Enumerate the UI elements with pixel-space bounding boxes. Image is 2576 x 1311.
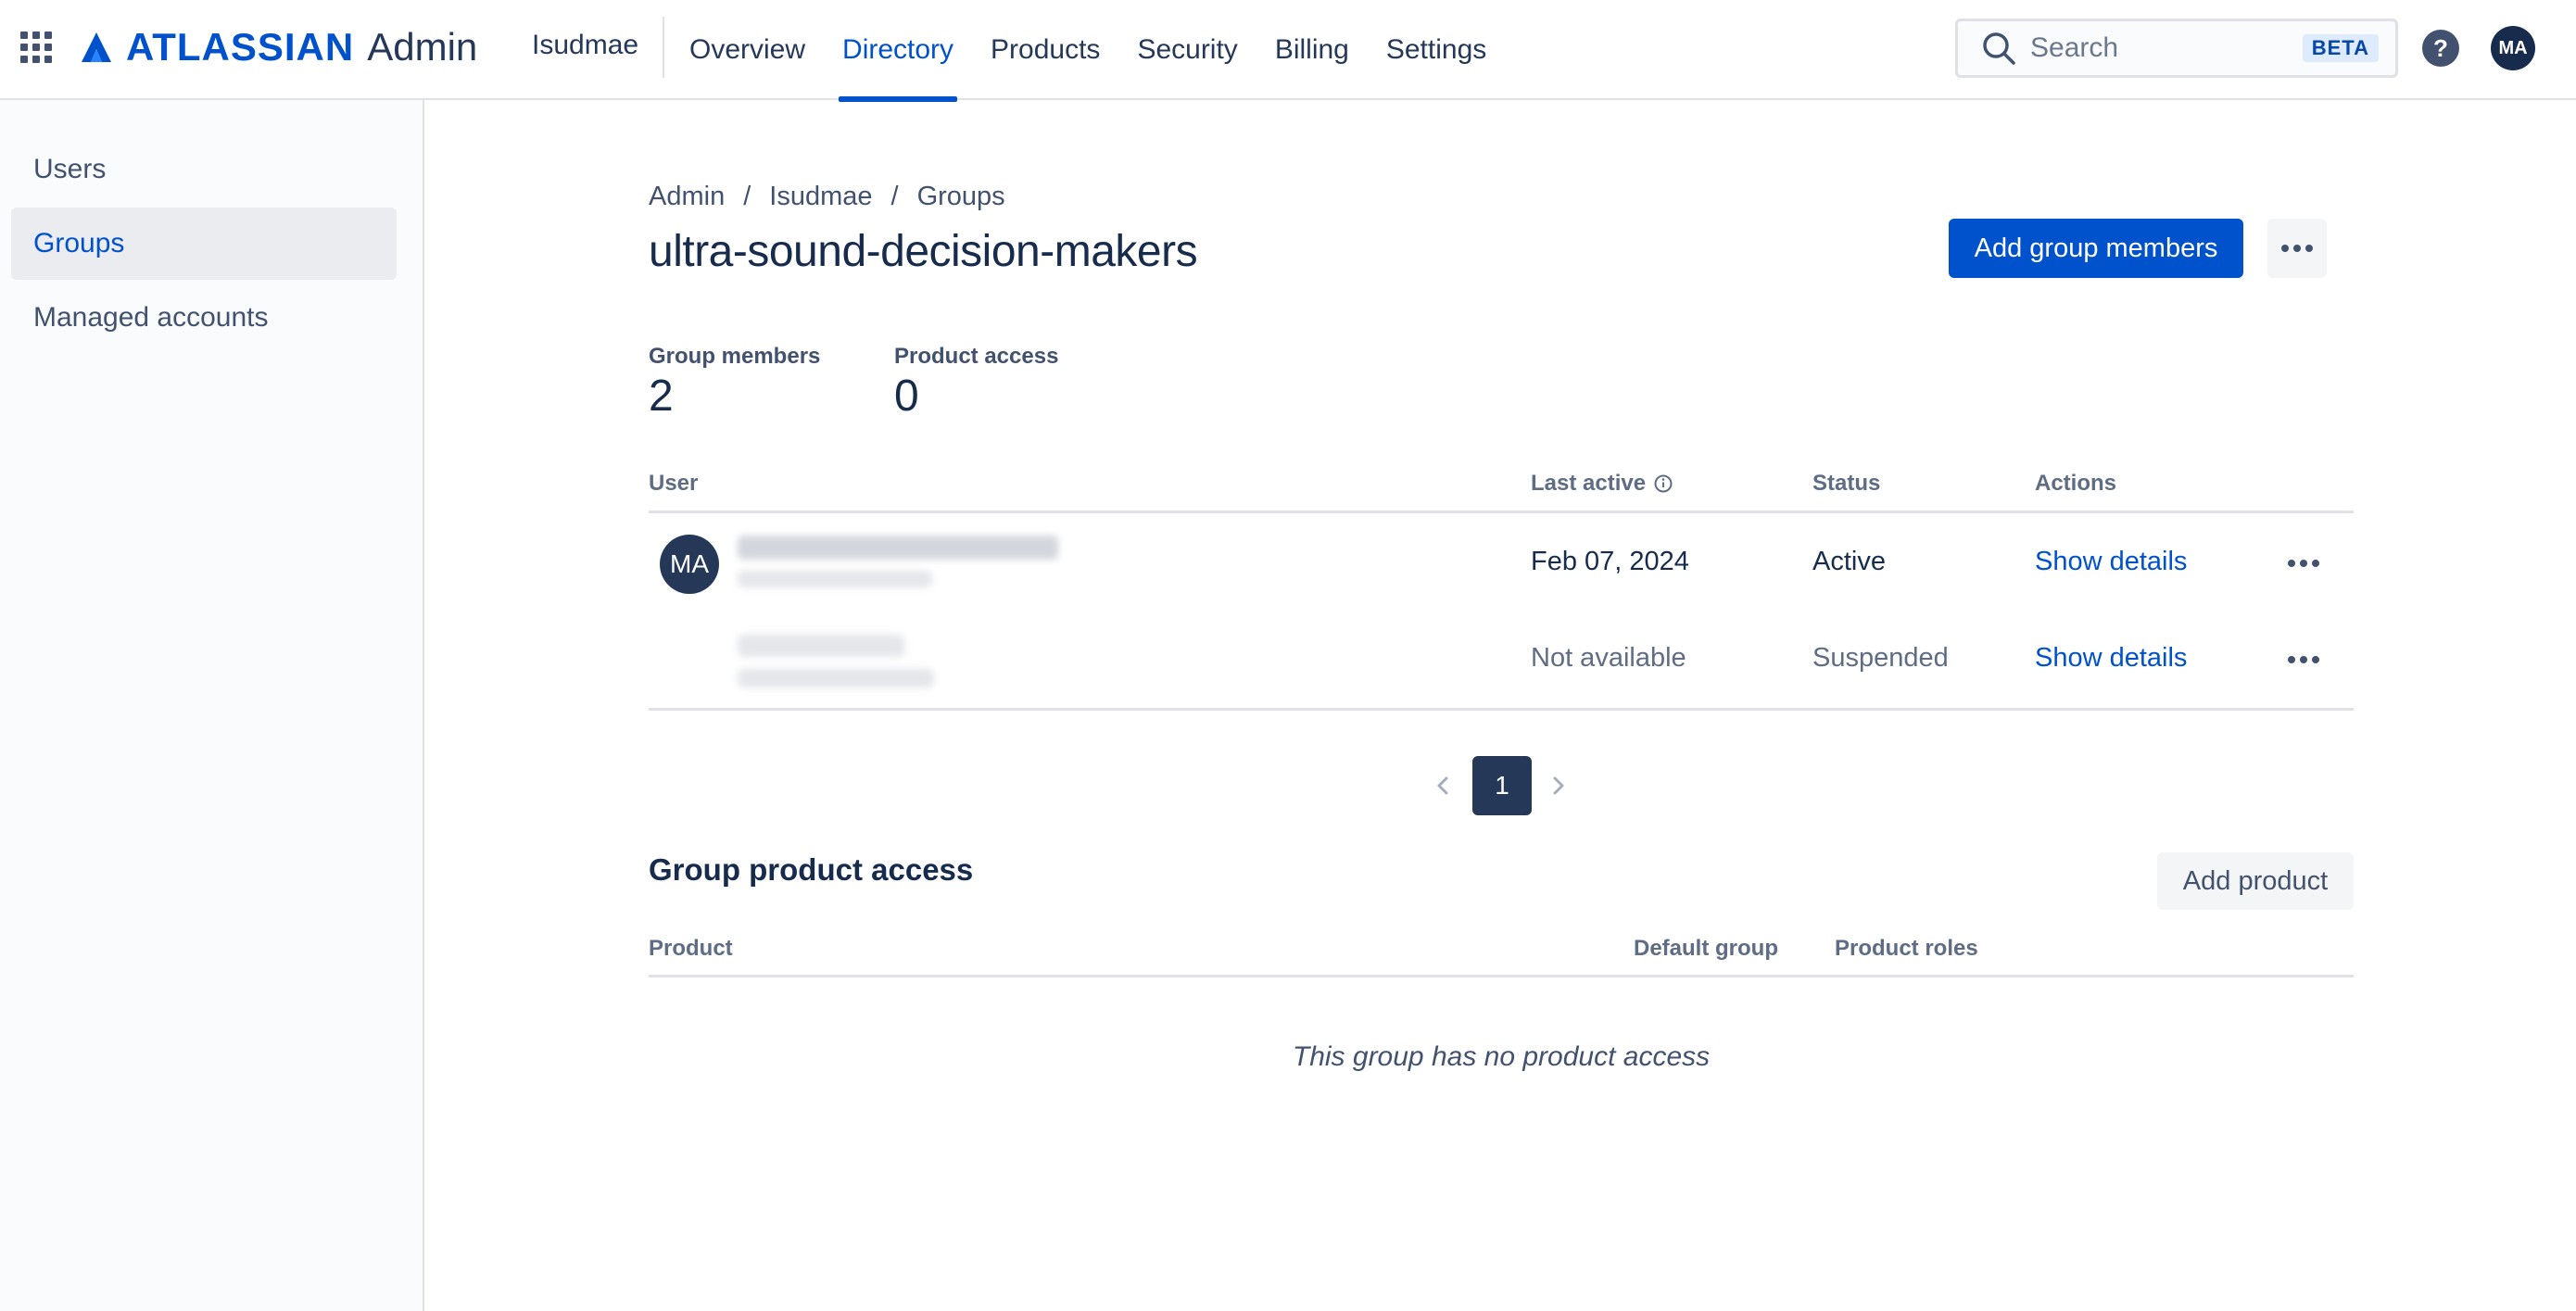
pagination-page-1[interactable]: 1: [1472, 756, 1532, 815]
sidebar-item-groups[interactable]: Groups: [11, 208, 397, 280]
redacted-user-name: [738, 536, 1058, 560]
app-switcher-icon[interactable]: [20, 32, 52, 63]
pagination-next[interactable]: [1540, 767, 1577, 804]
chevron-left-icon: [1437, 776, 1448, 795]
pagination-previous[interactable]: [1424, 767, 1461, 804]
top-navigation-bar: ATLASSIAN Admin Isudmae Overview Directo…: [0, 0, 2576, 102]
breadcrumb-org[interactable]: Isudmae: [769, 182, 872, 212]
breadcrumb-groups[interactable]: Groups: [917, 182, 1005, 212]
stat-group-members-value: 2: [649, 372, 674, 421]
beta-badge: BETA: [2302, 34, 2379, 62]
last-active-cell: Feb 07, 2024: [1531, 547, 1689, 576]
breadcrumb-separator: /: [890, 182, 899, 211]
redacted-user-email: [738, 669, 934, 687]
column-header-last-active[interactable]: Last active: [1531, 471, 1673, 497]
breadcrumb-admin[interactable]: Admin: [649, 182, 725, 212]
group-product-access-heading: Group product access: [649, 852, 974, 887]
brand-wordmark: ATLASSIAN: [126, 25, 355, 69]
row-more-actions-button[interactable]: [2278, 641, 2330, 678]
search-input[interactable]: [2030, 32, 2290, 64]
nav-settings[interactable]: Settings: [1386, 0, 1486, 100]
sidebar-item-managed-accounts[interactable]: Managed accounts: [11, 282, 397, 354]
more-icon: [2288, 656, 2319, 663]
atlassian-logo-icon: [82, 32, 111, 62]
row-more-actions-button[interactable]: [2278, 545, 2330, 582]
avatar: MA: [660, 535, 719, 594]
product-name: Admin: [367, 25, 478, 69]
main-content: Admin / Isudmae / Groups ultra-sound-dec…: [426, 100, 2576, 1311]
nav-billing[interactable]: Billing: [1275, 0, 1349, 100]
more-icon: [2288, 560, 2319, 567]
stat-product-access-label: Product access: [894, 344, 1059, 369]
column-header-user[interactable]: User: [649, 471, 698, 497]
status-cell: Suspended: [1812, 643, 1949, 673]
profile-avatar[interactable]: MA: [2491, 26, 2535, 70]
sidebar-item-users[interactable]: Users: [11, 133, 397, 206]
column-header-product-roles: Product roles: [1835, 936, 1978, 961]
status-cell: Active: [1812, 547, 1886, 576]
redacted-user-email: [738, 571, 932, 587]
nav-products[interactable]: Products: [991, 0, 1100, 100]
stat-product-access-value: 0: [894, 372, 919, 421]
column-header-actions: Actions: [2035, 471, 2117, 496]
page-title: ultra-sound-decision-makers: [649, 227, 1198, 276]
organization-switcher[interactable]: Isudmae: [532, 30, 638, 61]
org-divider: [663, 17, 664, 78]
column-header-last-active-label: Last active: [1531, 471, 1647, 496]
sidebar: Users Groups Managed accounts: [0, 100, 424, 1311]
search-box[interactable]: BETA: [1955, 19, 2398, 78]
more-icon: [2281, 245, 2313, 252]
nav-security[interactable]: Security: [1137, 0, 1237, 100]
group-more-actions-button[interactable]: [2267, 219, 2327, 278]
redacted-user-name: [738, 635, 904, 657]
table-header-divider: [649, 511, 2354, 513]
breadcrumb: Admin / Isudmae / Groups: [649, 182, 1005, 212]
product-table-header-divider: [649, 975, 2354, 977]
last-active-cell: Not available: [1531, 643, 1686, 673]
svg-text:?: ?: [2433, 34, 2448, 62]
chevron-right-icon: [1553, 776, 1564, 795]
nav-directory[interactable]: Directory: [839, 0, 958, 102]
empty-product-access-message: This group has no product access: [1292, 1041, 1711, 1072]
column-header-status: Status: [1812, 471, 1881, 496]
atlassian-admin-logo[interactable]: ATLASSIAN Admin: [80, 24, 477, 70]
column-header-default-group: Default group: [1634, 936, 1778, 961]
help-icon[interactable]: ?: [2420, 28, 2461, 69]
search-icon: [1983, 32, 2015, 65]
show-details-link[interactable]: Show details: [2035, 547, 2187, 577]
add-group-members-button[interactable]: Add group members: [1949, 219, 2243, 278]
show-details-link[interactable]: Show details: [2035, 643, 2187, 674]
add-product-button[interactable]: Add product: [2157, 852, 2354, 910]
column-header-product: Product: [649, 936, 733, 961]
table-bottom-divider: [649, 708, 2354, 711]
main-nav: Overview Directory Products Security Bil…: [689, 0, 1523, 102]
breadcrumb-separator: /: [743, 182, 751, 211]
stat-group-members-label: Group members: [649, 344, 821, 369]
nav-overview[interactable]: Overview: [689, 0, 805, 100]
info-icon[interactable]: [1653, 473, 1673, 494]
